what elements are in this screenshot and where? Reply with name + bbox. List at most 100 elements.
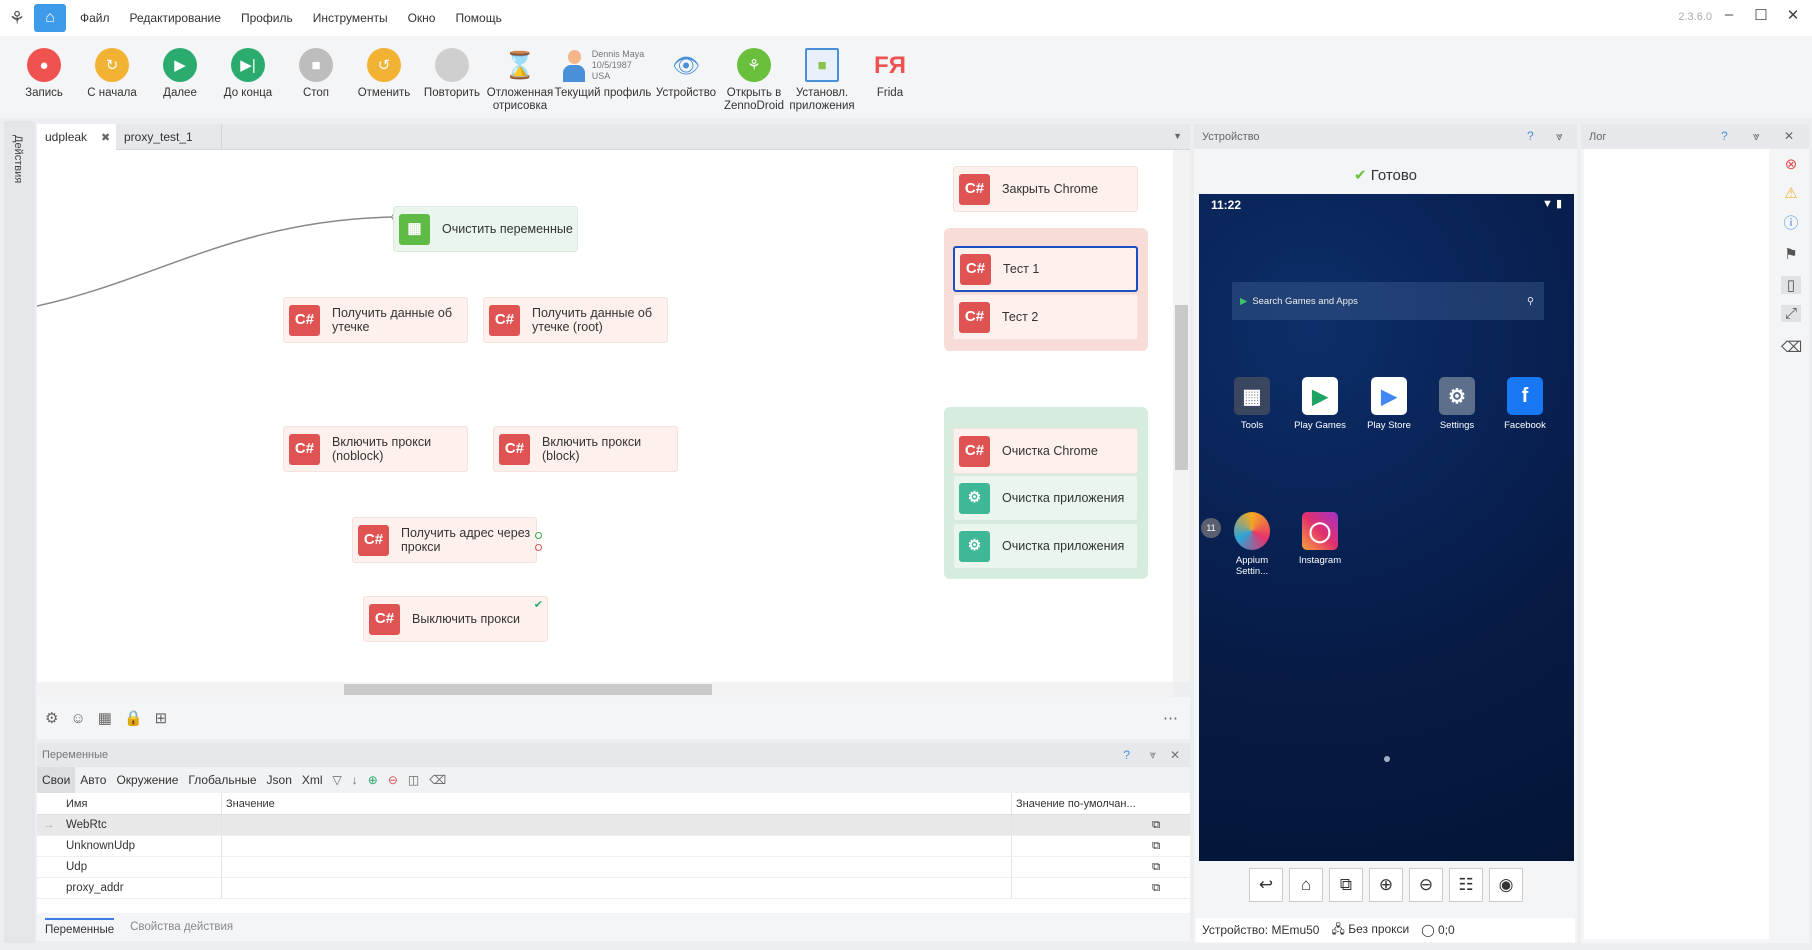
eraser-icon[interactable]: ⌫ — [424, 767, 451, 793]
column-value[interactable]: Значение — [222, 793, 1012, 814]
filter-icon[interactable]: ▽ — [328, 767, 347, 793]
node-enable-proxy-block[interactable]: C# Включить прокси (block) — [493, 426, 678, 472]
app-facebook[interactable]: f Facebook — [1495, 377, 1555, 431]
back-button[interactable]: ↩ — [1249, 868, 1283, 902]
tab-action-properties[interactable]: Свойства действия — [130, 921, 233, 933]
sort-icon[interactable]: ↓ — [347, 767, 363, 793]
add-variable-icon[interactable]: ⊕ — [363, 767, 383, 793]
tab-json[interactable]: Json — [262, 767, 297, 793]
tab-own[interactable]: Свои — [37, 767, 76, 793]
app-instagram[interactable]: ◯ Instagram — [1290, 512, 1350, 566]
variable-value[interactable] — [222, 878, 1012, 898]
recent-apps-button[interactable]: ⧉ — [1329, 868, 1363, 902]
menu-profile[interactable]: Профиль — [241, 11, 293, 25]
app-play-games[interactable]: ▶ Play Games — [1290, 377, 1350, 431]
settings-icon[interactable]: ⚙ — [45, 709, 58, 727]
remove-variable-icon[interactable]: ⊖ — [383, 767, 403, 793]
restart-button[interactable]: ↻ С начала — [78, 36, 146, 100]
app-settings[interactable]: ⚙ Settings — [1427, 377, 1487, 431]
error-filter-icon[interactable]: ⊗ — [1781, 155, 1801, 173]
frida-button[interactable]: FЯ Frida — [856, 36, 924, 100]
close-panel-button[interactable]: ✕ — [1170, 748, 1180, 762]
warning-filter-icon[interactable]: ⚠ — [1781, 184, 1801, 202]
frida-toggle-button[interactable]: ☷ — [1449, 868, 1483, 902]
search-bar[interactable]: ▶ Search Games and Apps ⚲ — [1232, 282, 1544, 320]
tabs-dropdown-icon[interactable]: ▼ — [1173, 131, 1182, 141]
current-profile-button[interactable]: Dennis Maya 10/5/1987 USA Текущий профиль — [554, 36, 652, 100]
table-row[interactable]: UnknownUdp ⧉ — [37, 836, 1190, 857]
node-get-leak[interactable]: C# Получить данные об утечке — [283, 297, 468, 343]
record-button[interactable]: ● Запись — [10, 36, 78, 100]
pin-icon[interactable]: ⩔ — [1753, 129, 1760, 144]
zoom-in-button[interactable]: ⊕ — [1369, 868, 1403, 902]
workflow-canvas[interactable]: ▦ Очистить переменные C# Получить данные о… — [37, 150, 1173, 682]
help-button[interactable]: ? — [1527, 129, 1534, 143]
close-window-button[interactable]: ✕ — [1778, 6, 1808, 30]
tab-auto[interactable]: Авто — [75, 767, 111, 793]
app-appium-settings[interactable]: Appium Settin... — [1222, 512, 1282, 577]
log-content[interactable] — [1584, 149, 1769, 939]
grid-icon[interactable]: ▦ — [98, 709, 112, 727]
table-row[interactable]: proxy_addr ⧉ — [37, 878, 1190, 899]
success-port[interactable] — [535, 532, 542, 539]
copy-icon[interactable]: ⧉ — [1152, 819, 1160, 832]
tab-variables[interactable]: Переменные — [45, 918, 115, 936]
node-clear-app-2[interactable]: ⚙ Очистка приложения — [953, 523, 1138, 569]
pin-icon[interactable]: ⩔ — [1556, 129, 1563, 144]
add-icon[interactable]: ⊞ — [155, 709, 168, 727]
lock-icon[interactable]: 🔒 — [124, 709, 143, 727]
node-clear-variables[interactable]: ▦ Очистить переменные — [393, 206, 578, 252]
node-get-proxy-address[interactable]: C# Получить адрес через прокси — [352, 517, 542, 563]
node-clear-app-1[interactable]: ⚙ Очистка приложения — [953, 475, 1138, 521]
close-tab-icon[interactable]: ✖ — [101, 131, 110, 144]
zoom-out-button[interactable]: ⊖ — [1409, 868, 1443, 902]
device-button[interactable]: 👁 Устройство — [652, 36, 720, 100]
more-icon[interactable]: ⋯ — [1163, 709, 1178, 727]
scroll-lock-icon[interactable]: ▯ — [1781, 276, 1801, 294]
run-to-end-button[interactable]: ▶| До конца — [214, 36, 282, 100]
menu-tools[interactable]: Инструменты — [313, 11, 388, 25]
actions-side-panel[interactable]: Действия — [4, 121, 35, 943]
tab-environment[interactable]: Окружение — [111, 767, 183, 793]
menu-window[interactable]: Окно — [408, 11, 436, 25]
app-tools[interactable]: ▦ Tools — [1222, 377, 1282, 431]
installed-apps-button[interactable]: ■ Установл. приложения — [788, 36, 856, 113]
copy-icon[interactable]: ⧉ — [1152, 882, 1160, 895]
menu-edit[interactable]: Редактирование — [130, 11, 221, 25]
redo-button[interactable]: Повторить — [418, 36, 486, 100]
variable-value[interactable] — [222, 815, 1012, 835]
node-enable-proxy-noblock[interactable]: C# Включить прокси (noblock) — [283, 426, 468, 472]
home-device-button[interactable]: ⌂ — [1289, 868, 1323, 902]
device-screen[interactable]: 11:22 ▼ ▮ ▶ Search Games and Apps ⚲ ▦ Tools… — [1199, 194, 1574, 861]
node-close-chrome[interactable]: C# Закрыть Chrome — [953, 166, 1138, 212]
node-test-2[interactable]: C# Тест 2 — [953, 294, 1138, 340]
next-button[interactable]: ▶ Далее — [146, 36, 214, 100]
tab-xml[interactable]: Xml — [297, 767, 328, 793]
mouse-mode-button[interactable]: ◉ — [1489, 868, 1523, 902]
menu-file[interactable]: Файл — [80, 11, 110, 25]
node-clear-chrome[interactable]: C# Очистка Chrome — [953, 428, 1138, 474]
tag-icon[interactable]: ⚑ — [1781, 245, 1801, 263]
app-play-store[interactable]: ▶ Play Store — [1359, 377, 1419, 431]
variable-value[interactable] — [222, 857, 1012, 877]
stop-button[interactable]: ■ Стоп — [282, 36, 350, 100]
user-icon[interactable]: ☺ — [70, 710, 85, 727]
variable-value[interactable] — [222, 836, 1012, 856]
close-panel-button[interactable]: ✕ — [1784, 129, 1794, 143]
home-button[interactable]: ⌂ — [34, 4, 66, 32]
help-button[interactable]: ? — [1123, 748, 1130, 762]
undo-button[interactable]: ↺ Отменить — [350, 36, 418, 100]
help-button[interactable]: ? — [1721, 129, 1728, 143]
node-get-leak-root[interactable]: C# Получить данные об утечке (root) — [483, 297, 668, 343]
pin-icon[interactable]: ⩔ — [1150, 749, 1156, 762]
copy-icon[interactable]: ⧉ — [1152, 840, 1160, 853]
error-port[interactable] — [535, 544, 542, 551]
expand-icon[interactable]: ⤢ — [1781, 305, 1801, 322]
deferred-render-button[interactable]: ⌛ Отложенная отрисовка — [486, 36, 554, 113]
node-disable-proxy[interactable]: C# Выключить прокси ✔ — [363, 596, 548, 642]
vertical-scroll-thumb[interactable] — [1175, 305, 1188, 470]
menu-help[interactable]: Помощь — [455, 11, 501, 25]
tab-proxy-test-1[interactable]: proxy_test_1 — [116, 124, 222, 150]
copy-icon[interactable]: ⧉ — [1152, 861, 1160, 874]
column-default[interactable]: Значение по-умолчан... — [1012, 793, 1152, 814]
